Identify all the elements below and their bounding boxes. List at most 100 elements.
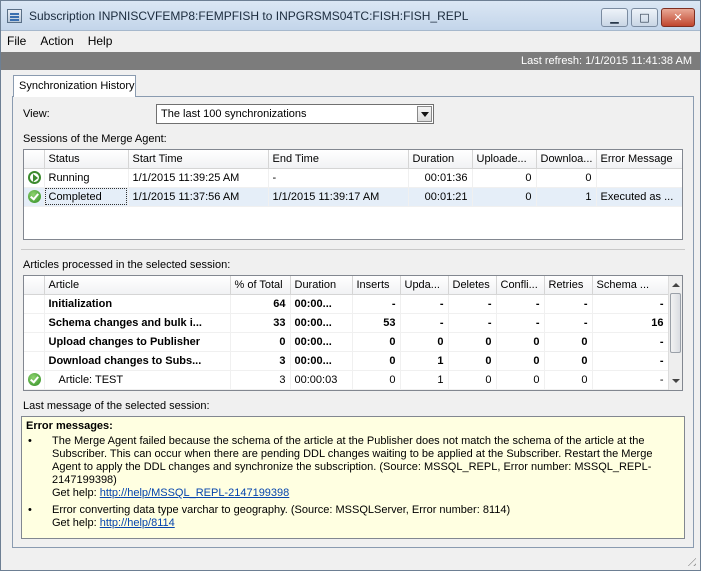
session-error-message: Executed as ... (596, 187, 682, 207)
menu-file[interactable]: File (7, 34, 26, 48)
chevron-down-icon[interactable] (417, 106, 432, 122)
article-duration: 00:00:03 (290, 370, 353, 390)
menu-action[interactable]: Action (40, 34, 73, 48)
article-inserts: - (352, 294, 401, 314)
splitter[interactable] (21, 249, 685, 250)
last-refresh-status: Last refresh: 1/1/2015 11:41:38 AM (1, 52, 700, 70)
column-header-percent-total[interactable]: % of Total (230, 276, 291, 295)
column-header-retries[interactable]: Retries (544, 276, 593, 295)
article-inserts: 0 (352, 351, 401, 371)
article-schema: - (592, 332, 669, 352)
article-deletes: - (448, 294, 497, 314)
maximize-icon: □ (639, 11, 650, 24)
session-downloaded: 1 (536, 187, 597, 207)
article-deletes: 0 (448, 351, 497, 371)
column-header-icon[interactable] (24, 150, 45, 169)
session-row[interactable]: Running 1/1/2015 11:39:25 AM - 00:01:36 … (24, 168, 682, 188)
scroll-up-icon[interactable] (669, 278, 682, 292)
article-percent: 64 (230, 294, 291, 314)
article-retries: 0 (544, 370, 593, 390)
column-header-start-time[interactable]: Start Time (128, 150, 269, 169)
help-link[interactable]: http://help/MSSQL_REPL-2147199398 (100, 487, 290, 499)
maximize-button[interactable]: □ (631, 8, 658, 27)
article-duration: 00:00... (290, 351, 353, 371)
column-header-schema[interactable]: Schema ... (592, 276, 669, 295)
column-header-duration[interactable]: Duration (290, 276, 353, 295)
article-percent: 0 (230, 332, 291, 352)
minimize-icon: ▁ (610, 11, 619, 24)
article-conflicts: - (496, 313, 545, 333)
article-row[interactable]: Article: TEST 3 00:00:03 0 1 0 0 0 - (24, 370, 669, 390)
resize-grip-icon[interactable] (684, 554, 696, 566)
column-header-article[interactable]: Article (44, 276, 231, 295)
article-retries: 0 (544, 351, 593, 371)
scroll-down-icon[interactable] (669, 374, 682, 388)
completed-icon (28, 190, 41, 203)
article-duration: 00:00... (290, 313, 353, 333)
menu-bar: File Action Help (1, 31, 700, 51)
column-header-deletes[interactable]: Deletes (448, 276, 497, 295)
column-header-duration[interactable]: Duration (408, 150, 473, 169)
column-header-icon[interactable] (24, 276, 45, 295)
help-link[interactable]: http://help/8114 (100, 517, 175, 529)
last-message-box[interactable]: Error messages: • The Merge Agent failed… (21, 416, 685, 539)
articles-scrollbar[interactable] (668, 276, 682, 390)
close-icon: ✕ (673, 11, 683, 24)
scroll-thumb[interactable] (670, 293, 681, 353)
session-uploaded: 0 (472, 168, 537, 188)
article-retries: - (544, 294, 593, 314)
article-name: Article: TEST (44, 370, 231, 390)
title-bar[interactable]: Subscription INPNISCVFEMP8:FEMPFISH to I… (1, 1, 700, 31)
running-icon (28, 171, 41, 184)
error-message-item: • The Merge Agent failed because the sch… (26, 435, 680, 500)
minimize-button[interactable]: ▁ (601, 8, 628, 27)
column-header-end-time[interactable]: End Time (268, 150, 409, 169)
article-updates: 1 (400, 351, 449, 371)
article-deletes: 0 (448, 370, 497, 390)
article-schema: - (592, 294, 669, 314)
article-name: Download changes to Subs... (44, 351, 231, 371)
menu-help[interactable]: Help (88, 34, 113, 48)
session-duration: 00:01:21 (408, 187, 473, 207)
sessions-header-row: Status Start Time End Time Duration Uplo… (24, 150, 682, 169)
articles-label: Articles processed in the selected sessi… (23, 259, 231, 271)
last-message-label: Last message of the selected session: (23, 400, 210, 412)
article-row[interactable]: Schema changes and bulk i... 33 00:00...… (24, 313, 669, 333)
window-title: Subscription INPNISCVFEMP8:FEMPFISH to I… (29, 9, 469, 23)
session-row-selected[interactable]: Completed 1/1/2015 11:37:56 AM 1/1/2015 … (24, 187, 682, 207)
article-row[interactable]: Initialization 64 00:00... - - - - - - (24, 294, 669, 314)
error-message-item: • Error converting data type varchar to … (26, 504, 680, 530)
article-name: Initialization (44, 294, 231, 314)
column-header-conflicts[interactable]: Confli... (496, 276, 545, 295)
article-inserts: 53 (352, 313, 401, 333)
completed-icon (28, 373, 41, 386)
column-header-downloaded[interactable]: Downloa... (536, 150, 597, 169)
article-name: Upload changes to Publisher (44, 332, 231, 352)
column-header-uploaded[interactable]: Uploade... (472, 150, 537, 169)
column-header-error-message[interactable]: Error Message (596, 150, 682, 169)
article-deletes: - (448, 313, 497, 333)
column-header-status[interactable]: Status (44, 150, 129, 169)
article-name: Schema changes and bulk i... (44, 313, 231, 333)
article-updates: - (400, 294, 449, 314)
column-header-updates[interactable]: Upda... (400, 276, 449, 295)
articles-grid[interactable]: Article % of Total Duration Inserts Upda… (23, 275, 683, 391)
bullet-icon: • (28, 435, 32, 447)
view-select[interactable]: The last 100 synchronizations (156, 104, 434, 124)
help-label: Get help: (52, 517, 97, 529)
tab-synchronization-history[interactable]: Synchronization History (13, 75, 136, 97)
article-row[interactable]: Download changes to Subs... 3 00:00... 0… (24, 351, 669, 371)
close-button[interactable]: ✕ (661, 8, 695, 27)
article-row[interactable]: Upload changes to Publisher 0 00:00... 0… (24, 332, 669, 352)
app-icon (7, 9, 22, 23)
article-conflicts: - (496, 294, 545, 314)
column-header-inserts[interactable]: Inserts (352, 276, 401, 295)
session-duration: 00:01:36 (408, 168, 473, 188)
article-percent: 3 (230, 351, 291, 371)
error-message-text: The Merge Agent failed because the schem… (52, 435, 653, 486)
sessions-grid[interactable]: Status Start Time End Time Duration Uplo… (23, 149, 683, 240)
article-retries: - (544, 313, 593, 333)
session-start-time: 1/1/2015 11:37:56 AM (128, 187, 269, 207)
session-start-time: 1/1/2015 11:39:25 AM (128, 168, 269, 188)
bullet-icon: • (28, 504, 32, 516)
